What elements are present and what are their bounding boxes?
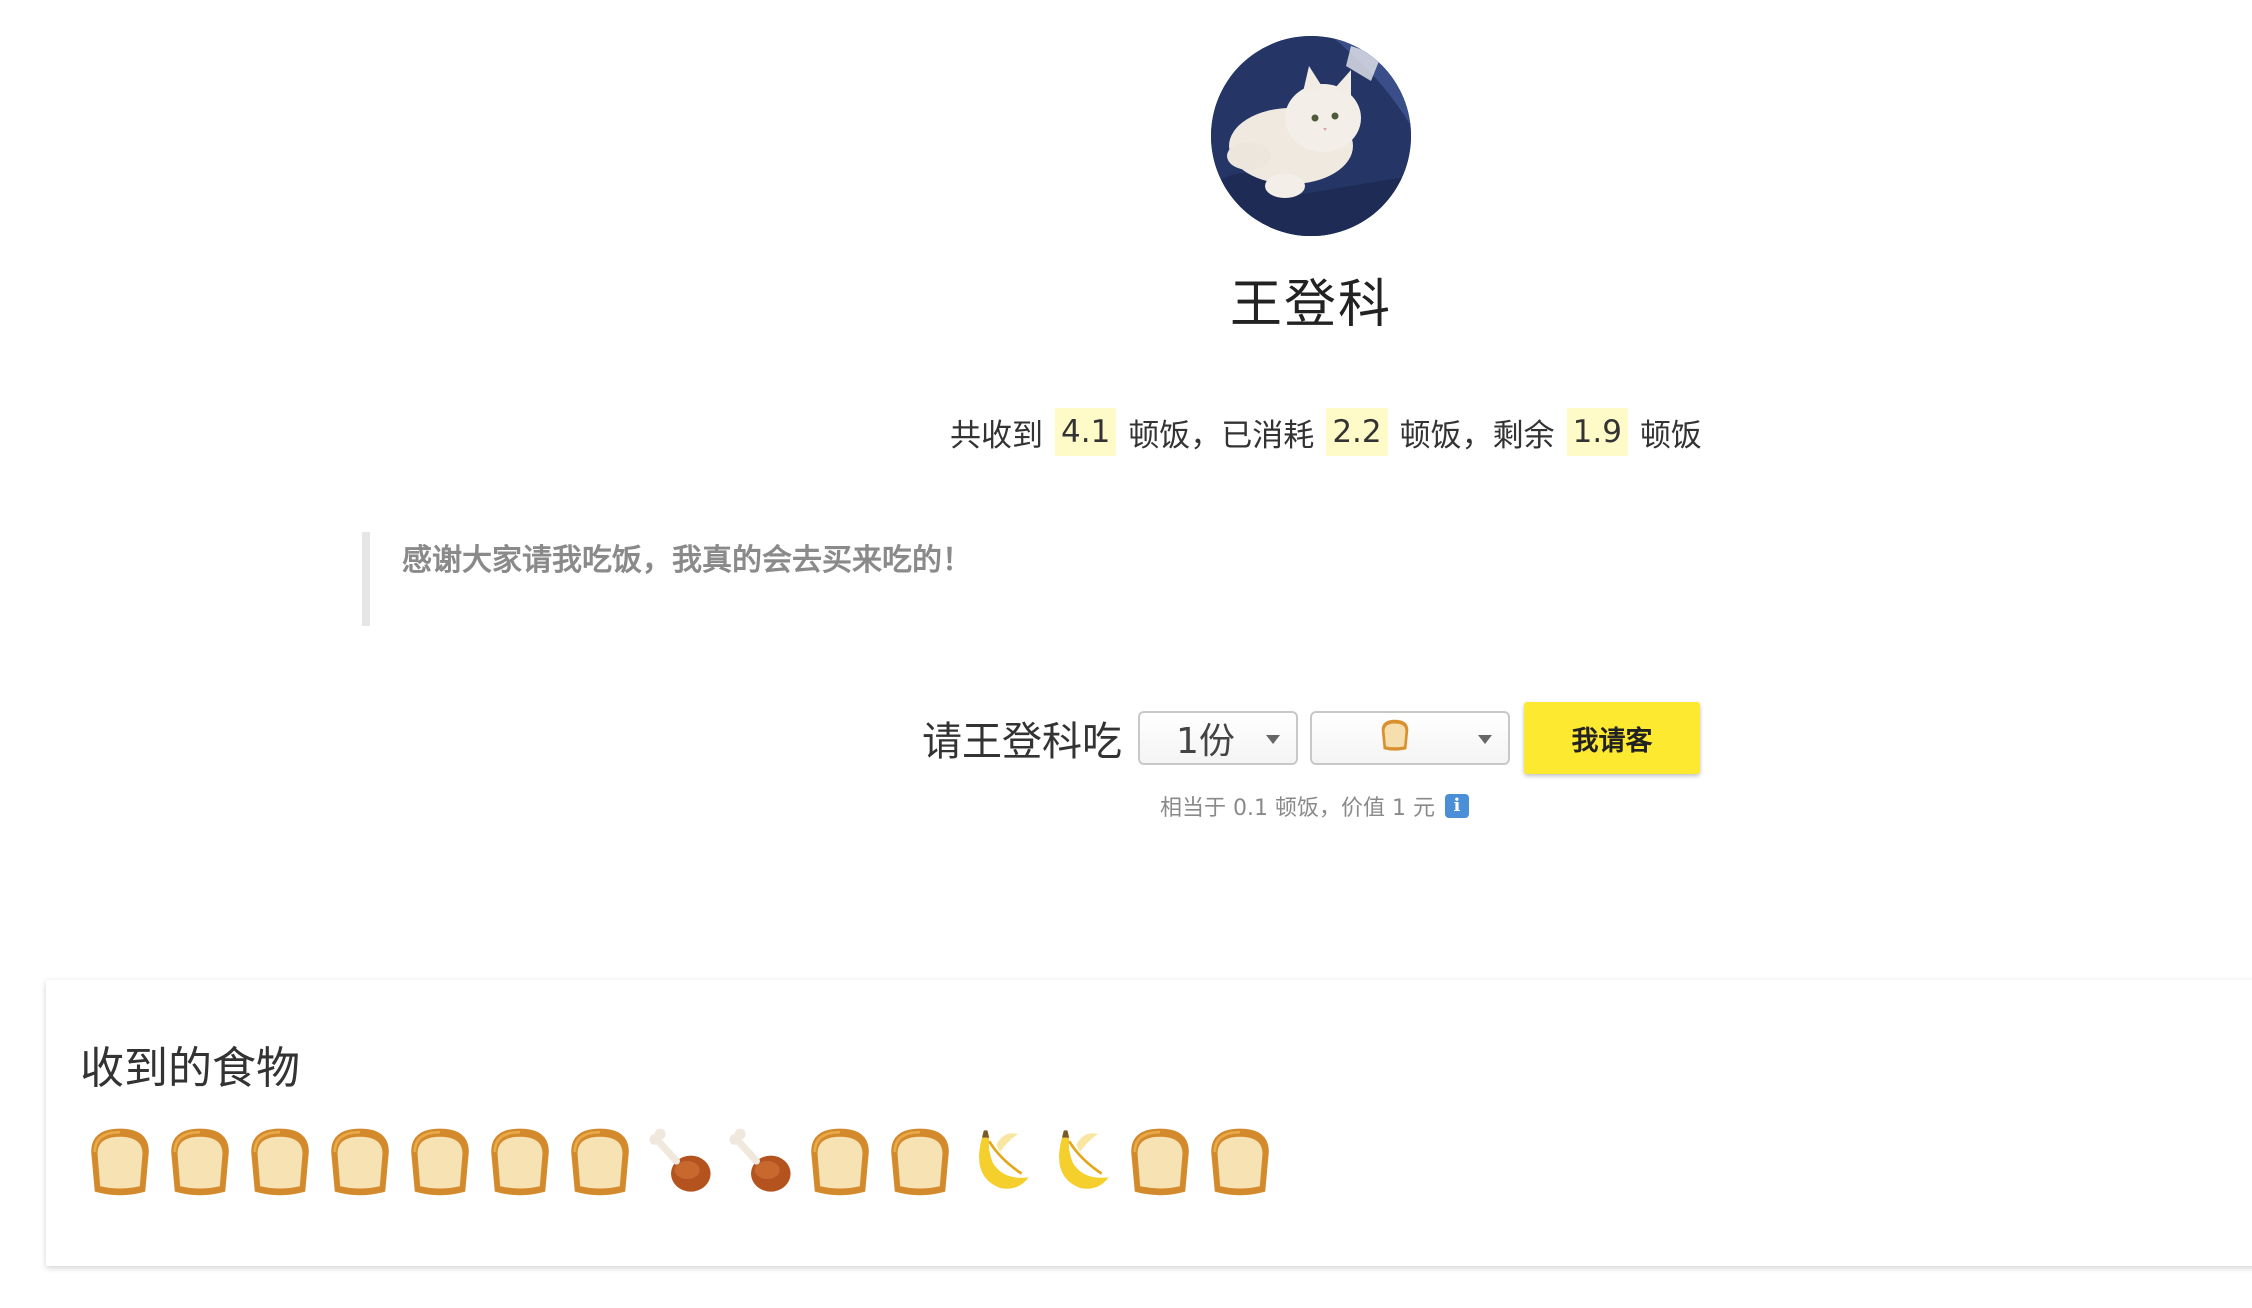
thanks-quote: 感谢大家请我吃饭，我真的会去买来吃的！ — [362, 532, 972, 626]
chevron-down-icon — [1266, 735, 1280, 744]
bread-icon — [800, 1120, 880, 1202]
treat-form: 请王登科吃 1份 我请客 — [922, 702, 1700, 774]
bread-icon — [480, 1120, 560, 1202]
bread-icon — [1120, 1120, 1200, 1202]
bread-icon — [880, 1120, 960, 1202]
stats-prefix: 共收到 — [950, 417, 1043, 454]
avatar — [1211, 36, 1411, 236]
chicken-leg-icon — [720, 1120, 800, 1202]
page: 王登科 共收到 4.1 顿饭，已消耗 2.2 顿饭，剩余 1.9 顿饭 感谢大家… — [0, 0, 2252, 1308]
bread-icon — [1312, 715, 1414, 762]
price-hint-text: 相当于 0.1 顿饭，价值 1 元 — [1160, 796, 1435, 821]
bread-icon — [320, 1120, 400, 1202]
chevron-down-icon — [1478, 735, 1492, 744]
quantity-select[interactable]: 1份 — [1138, 711, 1298, 765]
profile-name: 王登科 — [1229, 275, 1392, 335]
consumed-count: 2.2 — [1326, 408, 1388, 456]
info-icon[interactable]: i — [1444, 794, 1469, 818]
bread-icon — [400, 1120, 480, 1202]
stats-unit-received: 顿饭，已消耗 — [1128, 417, 1315, 454]
received-count: 4.1 — [1055, 408, 1117, 456]
meal-stats: 共收到 4.1 顿饭，已消耗 2.2 顿饭，剩余 1.9 顿饭 — [950, 404, 1702, 460]
bread-icon — [1200, 1120, 1280, 1202]
bread-icon — [80, 1120, 160, 1202]
stats-unit-remaining: 顿饭 — [1639, 417, 1702, 454]
banana-icon — [1040, 1120, 1120, 1202]
treat-button[interactable]: 我请客 — [1524, 702, 1700, 774]
received-food-list — [80, 1120, 1280, 1202]
price-hint: 相当于 0.1 顿饭，价值 1 元 i — [1160, 790, 1469, 822]
stats-unit-consumed: 顿饭，剩余 — [1399, 417, 1555, 454]
treat-label: 请王登科吃 — [922, 719, 1122, 765]
food-select[interactable] — [1310, 711, 1510, 765]
bread-icon — [160, 1120, 240, 1202]
received-food-panel: 收到的食物 — [46, 980, 2252, 1266]
remaining-count: 1.9 — [1566, 408, 1628, 456]
quantity-value: 1份 — [1176, 721, 1235, 762]
cat-avatar-image — [1211, 36, 1411, 236]
bread-icon — [560, 1120, 640, 1202]
banana-icon — [960, 1120, 1040, 1202]
received-food-title: 收到的食物 — [80, 1043, 300, 1094]
chicken-leg-icon — [640, 1120, 720, 1202]
bread-icon — [240, 1120, 320, 1202]
